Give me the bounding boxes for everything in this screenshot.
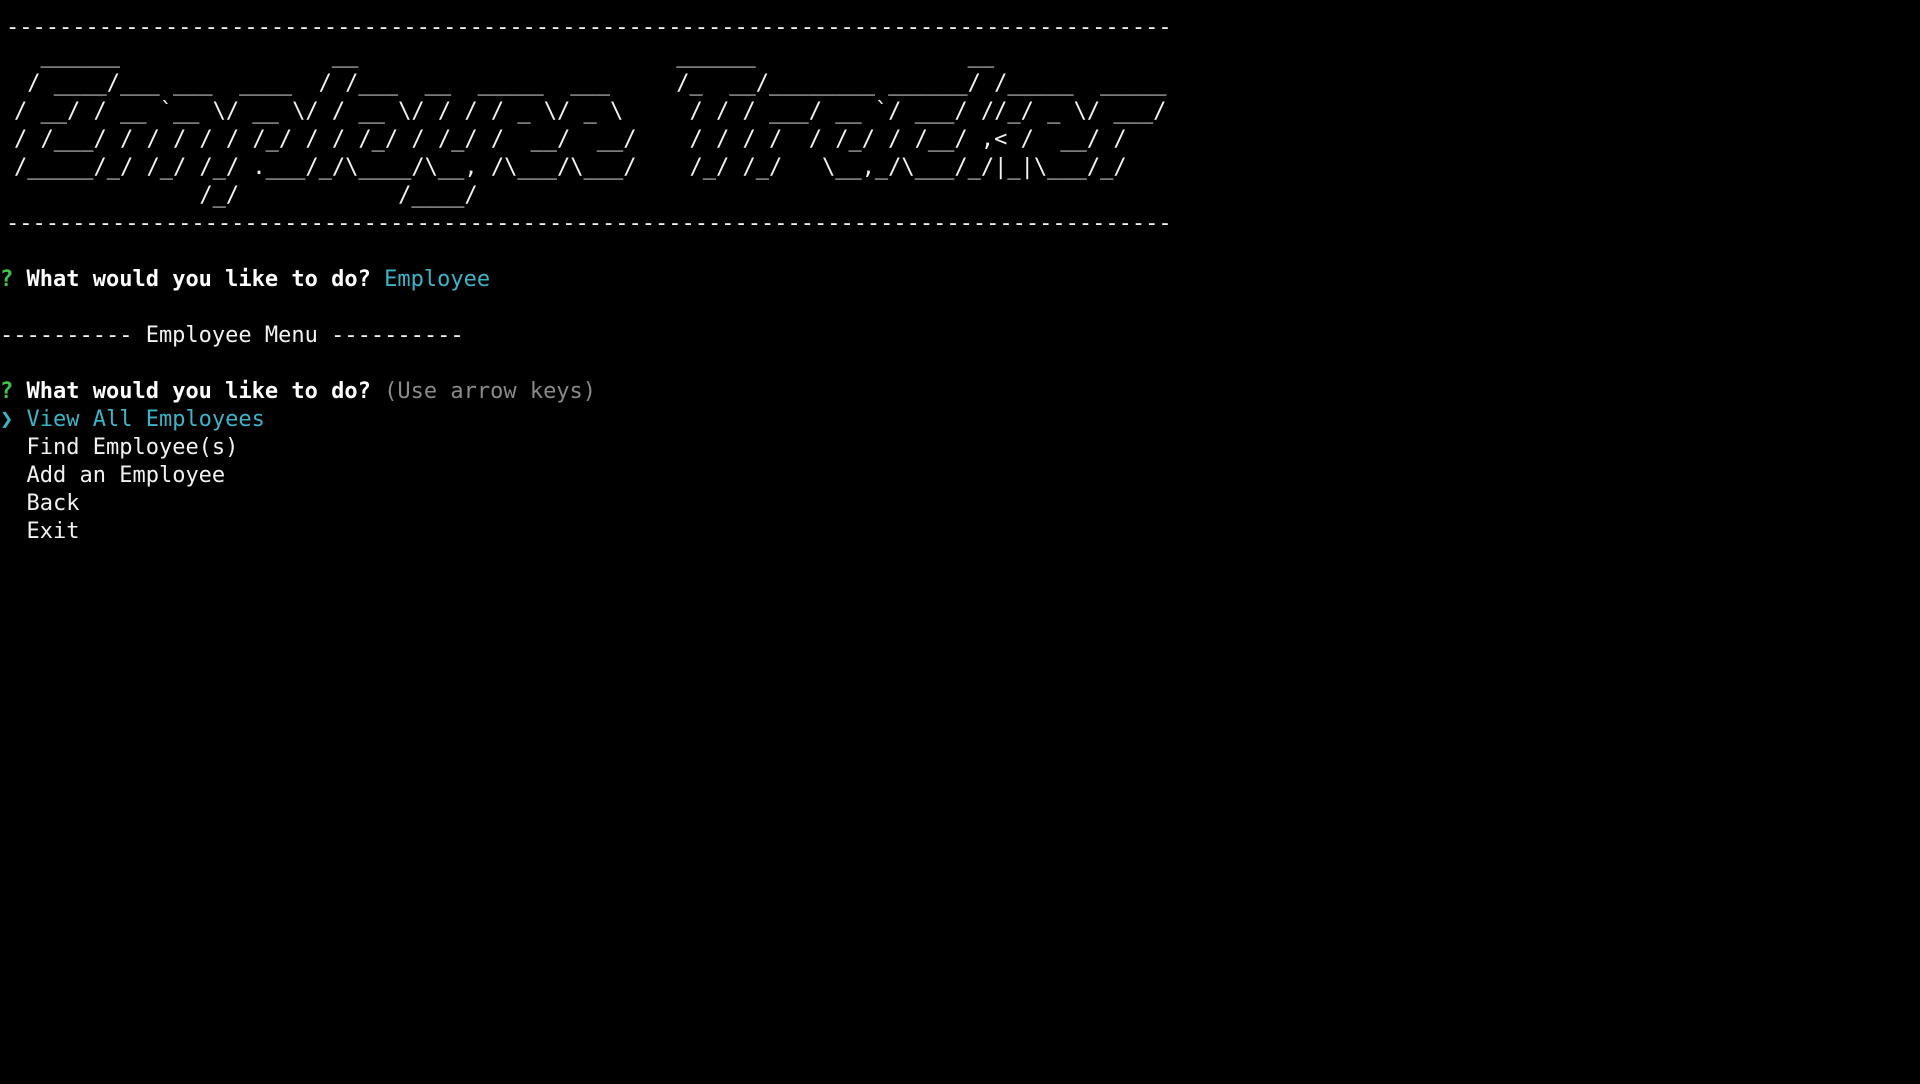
prompt-question: What would you like to do? [26, 267, 371, 292]
prompt-question: What would you like to do? [26, 379, 371, 404]
menu-choice-label: View All Employees [26, 407, 265, 432]
terminal-window: ----------------------------------------… [0, 0, 1920, 1084]
menu-choice-find-employees[interactable]: Find Employee(s) [0, 434, 239, 462]
menu-choice-exit[interactable]: Exit [0, 518, 80, 546]
menu-choice-add-employee[interactable]: Add an Employee [0, 462, 226, 490]
first-prompt-line: ? What would you like to do? Employee [0, 266, 490, 294]
menu-choice-label: Add an Employee [26, 463, 226, 488]
ascii-banner: ______ __ ______ __ / ____/___ ___ ____ … [14, 43, 1167, 208]
selection-pointer-icon: ❯ [0, 407, 14, 432]
prompt-hint: (Use arrow keys) [384, 379, 597, 404]
employee-menu-header: ---------- Employee Menu ---------- [0, 323, 464, 348]
banner-rule-top: ----------------------------------------… [6, 15, 1169, 40]
banner-rule-bottom: ----------------------------------------… [6, 211, 1169, 236]
menu-choice-label: Exit [26, 519, 80, 544]
prompt-question-mark: ? [0, 267, 14, 292]
prompt-question-mark: ? [0, 379, 14, 404]
menu-choice-label: Back [26, 491, 80, 516]
menu-choice-label: Find Employee(s) [26, 435, 239, 460]
menu-choice-view-all-employees[interactable]: ❯ View All Employees [0, 406, 265, 434]
second-prompt-line: ? What would you like to do? (Use arrow … [0, 378, 596, 406]
prompt-answer: Employee [384, 267, 491, 292]
menu-choice-back[interactable]: Back [0, 490, 80, 518]
